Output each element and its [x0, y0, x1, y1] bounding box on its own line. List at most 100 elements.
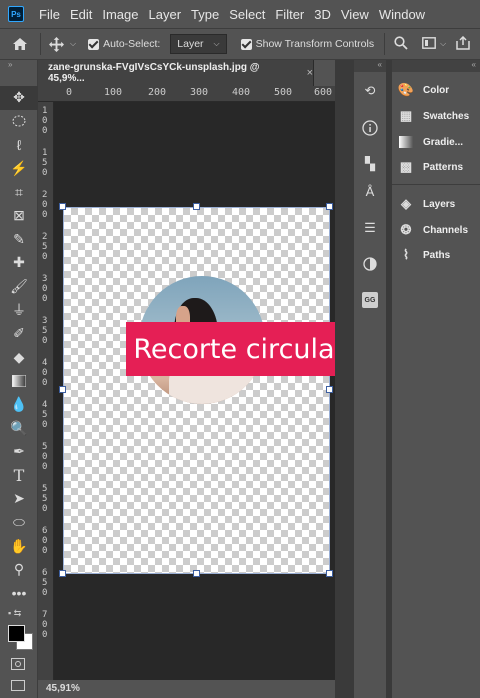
magic-wand-icon[interactable]: ⚡	[0, 157, 38, 181]
home-icon[interactable]	[0, 37, 40, 51]
auto-select-dropdown[interactable]: Layer ⌵	[170, 34, 227, 54]
transform-handle[interactable]	[326, 570, 333, 577]
foreground-color[interactable]	[8, 625, 25, 642]
collapse-toolbar-icon[interactable]: »	[0, 60, 37, 70]
libraries-icon[interactable]	[359, 253, 381, 275]
search-icon[interactable]	[394, 35, 408, 53]
zoom-icon[interactable]: ⚲	[0, 558, 38, 582]
ruler-tick-label: 4 5 0	[42, 400, 48, 430]
checkbox-checked-icon	[88, 38, 100, 50]
auto-select-value: Layer	[177, 38, 204, 50]
history-brush-icon[interactable]: ✐	[0, 322, 38, 346]
workspace-icon[interactable]	[422, 36, 436, 52]
eyedropper-icon[interactable]: ✎	[0, 228, 38, 252]
panel-gradients[interactable]: Gradie...	[392, 131, 480, 153]
adjust-icon[interactable]: ☰	[359, 217, 381, 239]
dodge-icon[interactable]: 🔍	[0, 416, 38, 440]
move-tool-preset[interactable]: ⌵	[41, 36, 84, 52]
frame-icon[interactable]: ⊠	[0, 204, 38, 228]
paths-icon: ⌇	[402, 247, 410, 262]
transform-handle[interactable]	[193, 203, 200, 210]
transform-handle[interactable]	[326, 203, 333, 210]
panel-layers[interactable]: ◈ Layers	[392, 193, 480, 215]
path-select-icon[interactable]: ➤	[0, 487, 38, 511]
screen-mode-icon[interactable]	[11, 680, 25, 691]
document-title: zane-grunska-FVgIVsCsYCk-unsplash.jpg @ …	[48, 62, 260, 84]
collapse-panels-icon[interactable]: «	[392, 60, 480, 72]
swap-colors-icon[interactable]: ▪ ⇆	[8, 608, 21, 619]
move-icon[interactable]: ✥	[0, 86, 38, 110]
photoshop-logo: Ps	[8, 6, 24, 22]
gradient-icon[interactable]	[0, 369, 38, 393]
transform-handle[interactable]	[326, 386, 333, 393]
menu-select[interactable]: Select	[224, 7, 270, 22]
marquee-icon[interactable]	[0, 110, 38, 134]
transform-handle[interactable]	[59, 203, 66, 210]
healing-icon[interactable]: ✚	[0, 251, 38, 275]
blur-icon[interactable]: 💧	[0, 393, 38, 417]
close-icon[interactable]: ×	[307, 67, 313, 79]
type-icon[interactable]: T	[0, 464, 38, 488]
chevron-down-icon[interactable]: ⌵	[440, 39, 446, 49]
ruler-tick-label: 400	[232, 87, 251, 98]
transform-handle[interactable]	[193, 570, 200, 577]
ruler-tick-label: 500	[274, 87, 293, 98]
channels-icon: ❂	[400, 222, 412, 237]
menu-image[interactable]: Image	[97, 7, 143, 22]
auto-select-checkbox[interactable]: Auto-Select:	[88, 38, 160, 50]
eraser-icon[interactable]: ◆	[0, 346, 38, 370]
menu-view[interactable]: View	[336, 7, 374, 22]
menu-window[interactable]: Window	[374, 7, 430, 22]
panel-paths[interactable]: ⌇ Paths	[392, 244, 480, 266]
chevron-down-icon: ⌵	[213, 39, 220, 48]
hand-icon[interactable]: ✋	[0, 534, 38, 558]
menu-file[interactable]: File	[34, 7, 65, 22]
ruler-tick-label: 2 5 0	[42, 232, 48, 262]
zoom-level[interactable]: 45,91%	[38, 680, 335, 698]
brush-icon[interactable]: 🖌	[0, 275, 38, 299]
separator	[384, 33, 386, 55]
panel-swatches[interactable]: ▦ Swatches	[392, 105, 480, 127]
panel-label: Paths	[423, 249, 451, 261]
ruler-tick-label: 6 5 0	[42, 568, 48, 598]
gg-icon[interactable]: GG	[359, 289, 381, 311]
info-icon[interactable]	[359, 117, 381, 139]
properties-icon[interactable]: ▚	[359, 153, 381, 175]
panel-label: Channels	[423, 224, 469, 236]
ruler-tick-label: 3 0 0	[42, 274, 48, 304]
transform-handle[interactable]	[59, 570, 66, 577]
panel-channels[interactable]: ❂ Channels	[392, 219, 480, 241]
menu-3d[interactable]: 3D	[309, 7, 336, 22]
transform-handle[interactable]	[59, 386, 66, 393]
stamp-icon[interactable]: ⏚	[0, 298, 38, 322]
shape-icon[interactable]: ⬭	[0, 511, 38, 535]
ruler-tick-label: 100	[104, 87, 123, 98]
color-icon: 🎨	[397, 82, 415, 97]
menu-filter[interactable]: Filter	[270, 7, 309, 22]
panel-color[interactable]: 🎨 Color	[392, 79, 480, 101]
collapse-panels-icon[interactable]: «	[354, 60, 386, 72]
character-icon[interactable]: Å	[359, 180, 381, 202]
quick-mask-icon[interactable]	[11, 658, 25, 670]
menu-layer[interactable]: Layer	[144, 7, 187, 22]
history-icon[interactable]: ⟲	[359, 80, 381, 102]
lasso-icon[interactable]: ℓ	[0, 133, 38, 157]
menu-bar: Ps File Edit Image Layer Type Select Fil…	[0, 0, 480, 28]
show-transform-checkbox[interactable]: Show Transform Controls	[240, 38, 374, 50]
move-icon	[49, 36, 64, 52]
panel-label: Swatches	[423, 110, 470, 122]
more-icon[interactable]: •••	[0, 581, 38, 605]
options-bar: ⌵ Auto-Select: Layer ⌵ Show Transform Co…	[0, 28, 480, 60]
collapsed-panels-column: « ⟲ ▚ Å ☰ GG	[354, 60, 386, 698]
layers-icon: ◈	[401, 196, 411, 211]
crop-icon[interactable]: ⌗	[0, 180, 38, 204]
menu-edit[interactable]: Edit	[65, 7, 97, 22]
pen-icon[interactable]: ✒	[0, 440, 38, 464]
share-icon[interactable]	[456, 35, 470, 53]
checkbox-checked-icon	[240, 38, 252, 50]
swatches-icon: ▦	[399, 108, 413, 123]
panel-patterns[interactable]: ▩ Patterns	[392, 156, 480, 178]
document-tab[interactable]: zane-grunska-FVgIVsCsYCk-unsplash.jpg @ …	[38, 60, 314, 86]
menu-type[interactable]: Type	[186, 7, 224, 22]
ruler-tick-label: 3 5 0	[42, 316, 48, 346]
